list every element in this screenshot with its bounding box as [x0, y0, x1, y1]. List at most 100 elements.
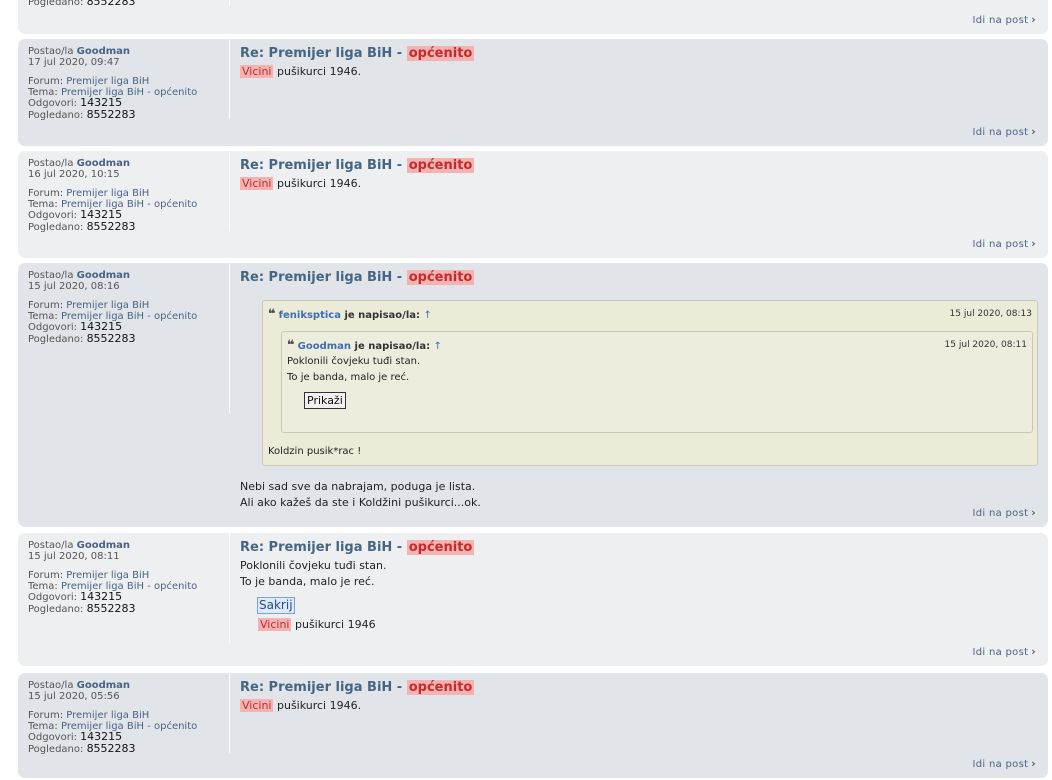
post-date: 16 jul 2020, 10:15: [28, 168, 120, 180]
post: Postao/la Goodman 15 jul 2020, 08:16 For…: [18, 263, 1048, 527]
goto-post-link[interactable]: Idi na post ›: [973, 237, 1037, 250]
quote-block: ❝ feniksptica je napisao/la: ↑ 15 jul 202…: [262, 300, 1038, 466]
post: Postao/la Goodman 15 jul 2020, 05:56 For…: [18, 673, 1048, 778]
quote-date: 15 jul 2020, 08:11: [944, 340, 1027, 350]
post-title[interactable]: Re: Premijer liga BiH - općenito: [240, 157, 1036, 174]
goto-post-link[interactable]: Idi na post ›: [973, 645, 1037, 658]
post-date: 15 jul 2020, 08:16: [28, 280, 120, 292]
post: Postao/la Goodman 17 jul 2020, 09:47 For…: [18, 39, 1048, 146]
search-highlight: općenito: [406, 270, 475, 285]
posted-by-label: Postao/la: [28, 46, 74, 57]
post-body: Re: Premijer liga BiH - općenito Vicini …: [240, 45, 1036, 80]
forum-link[interactable]: Premijer liga BiH: [66, 570, 149, 581]
post-body: Re: Premijer liga BiH - općenito Vicini …: [240, 679, 1036, 714]
search-highlight: općenito: [406, 46, 475, 61]
posted-by-label: Postao/la: [28, 680, 74, 691]
post-body: Re: Premijer liga BiH - općenito Vicini …: [240, 157, 1036, 192]
forum-label: Forum:: [28, 570, 64, 581]
quote-author-link[interactable]: feniksptica: [279, 310, 341, 321]
post-body: Re: Premijer liga BiH - općenito Pokloni…: [240, 539, 1036, 590]
author-link[interactable]: Goodman: [77, 270, 130, 281]
forum-link[interactable]: Premijer liga BiH: [66, 76, 149, 87]
post-title[interactable]: Re: Premijer liga BiH - općenito: [240, 539, 1036, 556]
views-count: 8552283: [86, 107, 136, 121]
views-count: 8552283: [86, 0, 136, 8]
post-profile: Postao/la Goodman 15 jul 2020, 08:16 For…: [18, 263, 230, 527]
nested-quote-block: ❝ Goodman je napisao/la: ↑ 15 jul 2020, 0…: [281, 331, 1033, 433]
chevron-right-icon: ›: [1031, 125, 1036, 138]
post-date: 17 jul 2020, 09:47: [28, 56, 120, 68]
chevron-right-icon: ›: [1031, 645, 1036, 658]
show-spoiler-button[interactable]: Prikaži: [304, 392, 346, 409]
views-label: Pogledano:: [28, 743, 84, 755]
post-profile: Postao/la Goodman 15 jul 2020, 05:56 For…: [18, 673, 230, 778]
forum-label: Forum:: [28, 188, 64, 199]
post: Postao/la Goodman 16 jul 2020, 10:15 For…: [18, 151, 1048, 258]
post-title[interactable]: Re: Premijer liga BiH - općenito: [240, 45, 1036, 62]
post-body: Re: Premijer liga BiH - općenito: [240, 269, 1036, 286]
goto-post-link[interactable]: Idi na post ›: [973, 125, 1037, 138]
topic-label: Tema:: [28, 580, 58, 592]
post-profile: Pogledano: 8552283: [18, 0, 230, 34]
topic-label: Tema:: [28, 198, 58, 210]
author-link[interactable]: Goodman: [77, 158, 130, 169]
chevron-right-icon: ›: [1031, 237, 1036, 250]
replies-label: Odgovori:: [28, 210, 77, 221]
topic-label: Tema:: [28, 720, 58, 732]
chevron-right-icon: ›: [1031, 506, 1036, 519]
replies-label: Odgovori:: [28, 732, 77, 743]
author-link[interactable]: Goodman: [77, 680, 130, 691]
post-content: Vicini pušikurci 1946.: [240, 65, 362, 78]
forum-link[interactable]: Premijer liga BiH: [66, 710, 149, 721]
forum-label: Forum:: [28, 710, 64, 721]
arrow-up-icon[interactable]: ↑: [423, 310, 431, 321]
post-content: Vicini pušikurci 1946.: [240, 177, 362, 190]
quote-header: ❝ Goodman je napisao/la: ↑: [287, 338, 442, 353]
spoiler-content: Vicini pušikurci 1946: [258, 618, 376, 631]
goto-post-link[interactable]: Idi na post ›: [973, 506, 1037, 519]
views-count: 8552283: [86, 219, 136, 233]
replies-label: Odgovori:: [28, 592, 77, 603]
views-label: Pogledano:: [28, 0, 84, 8]
goto-post-link[interactable]: Idi na post ›: [973, 757, 1037, 770]
hide-spoiler-button[interactable]: Sakrij: [257, 597, 295, 614]
chevron-right-icon: ›: [1031, 757, 1036, 770]
author-link[interactable]: Goodman: [77, 46, 130, 57]
quote-author-link[interactable]: Goodman: [298, 341, 351, 352]
views-label: Pogledano:: [28, 603, 84, 615]
replies-label: Odgovori:: [28, 322, 77, 333]
posted-by-label: Postao/la: [28, 540, 74, 551]
post-date: 15 jul 2020, 08:11: [28, 550, 120, 562]
post-date: 15 jul 2020, 05:56: [28, 690, 120, 702]
post-content: Vicini pušikurci 1946.: [240, 699, 362, 712]
forum-link[interactable]: Premijer liga BiH: [66, 188, 149, 199]
post-profile: Postao/la Goodman 15 jul 2020, 08:11 For…: [18, 533, 230, 666]
views-label: Pogledano:: [28, 221, 84, 233]
post-content: Poklonili čovjeku tuđi stan. To je banda…: [240, 559, 387, 588]
quote-header: ❝ feniksptica je napisao/la: ↑: [268, 307, 432, 322]
goto-post-link[interactable]: Idi na post ›: [973, 13, 1037, 26]
post-content: Nebi sad sve da nabrajam, poduga je list…: [240, 480, 481, 509]
quote-icon: ❝: [268, 307, 276, 322]
post-title[interactable]: Re: Premijer liga BiH - općenito: [240, 269, 1036, 286]
views-count: 8552283: [86, 331, 136, 345]
chevron-right-icon: ›: [1031, 13, 1036, 26]
search-highlight: općenito: [406, 540, 475, 555]
post-profile: Postao/la Goodman 16 jul 2020, 10:15 For…: [18, 151, 230, 258]
author-link[interactable]: Goodman: [77, 540, 130, 551]
arrow-up-icon[interactable]: ↑: [434, 341, 442, 352]
posted-by-label: Postao/la: [28, 158, 74, 169]
search-highlight: općenito: [406, 680, 475, 695]
quote-date: 15 jul 2020, 08:13: [949, 309, 1032, 319]
post-title[interactable]: Re: Premijer liga BiH - općenito: [240, 679, 1036, 696]
forum-label: Forum:: [28, 300, 64, 311]
forum-link[interactable]: Premijer liga BiH: [66, 300, 149, 311]
views-label: Pogledano:: [28, 333, 84, 345]
search-highlight: općenito: [406, 158, 475, 173]
views-label: Pogledano:: [28, 109, 84, 121]
views-count: 8552283: [86, 601, 136, 615]
quote-text: Koldzin pusik*rac !: [268, 446, 362, 457]
replies-label: Odgovori:: [28, 98, 77, 109]
topic-label: Tema:: [28, 86, 58, 98]
post-profile: Postao/la Goodman 17 jul 2020, 09:47 For…: [18, 39, 230, 146]
